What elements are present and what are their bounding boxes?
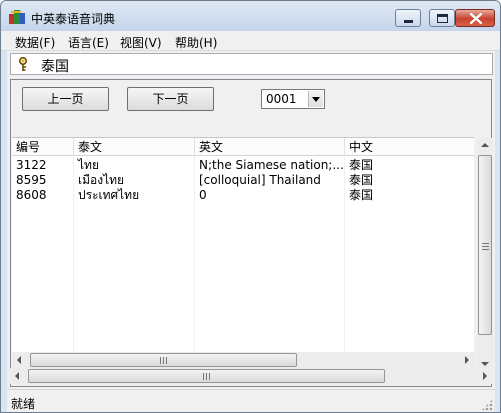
- pane-hscroll-thumb[interactable]: [28, 369, 385, 383]
- grip-icon: [482, 241, 489, 250]
- cell-chinese: 泰国: [349, 173, 374, 187]
- list-horizontal-scrollbar[interactable]: [12, 352, 474, 368]
- word-bar[interactable]: 泰国: [10, 53, 493, 75]
- grip-icon: [159, 357, 169, 364]
- column-header-english[interactable]: 英文: [195, 138, 345, 156]
- table-row[interactable]: 8608 ประเทศไทย 0 泰国: [12, 188, 474, 203]
- result-pane: 上一页 下一页 0001 编号 泰文 英文 中文 3122 ไทย N;the …: [10, 79, 493, 387]
- maximize-icon: [437, 14, 448, 23]
- cell-id: 8608: [16, 188, 47, 202]
- scroll-right-icon[interactable]: [476, 368, 492, 384]
- list-header: 编号 泰文 英文 中文: [12, 138, 474, 156]
- status-bar: 就绪: [7, 389, 495, 412]
- close-icon: [470, 13, 482, 24]
- cell-english: N;the Siamese nation;...: [199, 158, 344, 172]
- maximize-button[interactable]: [429, 9, 455, 27]
- app-icon: [9, 10, 25, 24]
- cell-english: 0: [199, 188, 207, 202]
- current-word: 泰国: [41, 59, 69, 75]
- menu-help[interactable]: 帮助(H): [175, 34, 217, 51]
- cell-english: [colloquial] Thailand: [199, 173, 321, 187]
- close-button[interactable]: [455, 9, 495, 27]
- resize-grip-icon[interactable]: [481, 399, 493, 411]
- cell-id: 8595: [16, 173, 47, 187]
- key-icon: [19, 57, 27, 71]
- list-hscroll-thumb[interactable]: [30, 353, 297, 367]
- minimize-icon: [404, 20, 413, 23]
- menu-data[interactable]: 数据(F): [15, 34, 55, 51]
- page-select[interactable]: 0001: [261, 89, 325, 109]
- column-header-chinese[interactable]: 中文: [345, 138, 474, 156]
- table-row[interactable]: 8595 เมืองไทย [colloquial] Thailand 泰国: [12, 173, 474, 188]
- pane-horizontal-scrollbar[interactable]: [10, 368, 492, 384]
- column-header-thai[interactable]: 泰文: [74, 138, 195, 156]
- grip-icon: [202, 373, 212, 380]
- title-bar[interactable]: 中英泰语音词典: [1, 1, 500, 31]
- cell-thai: เมืองไทย: [78, 173, 125, 187]
- client-area: 泰国 上一页 下一页 0001 编号 泰文 英文 中文 3122 ไทย N;t…: [7, 51, 495, 412]
- scroll-right-icon[interactable]: [458, 352, 474, 368]
- menu-bar: 数据(F) 语言(E) 视图(V) 帮助(H): [1, 31, 500, 51]
- cell-id: 3122: [16, 158, 47, 172]
- window-title: 中英泰语音词典: [31, 12, 116, 26]
- page-select-value: 0001: [266, 92, 297, 106]
- menu-view[interactable]: 视图(V): [120, 34, 162, 51]
- cell-chinese: 泰国: [349, 158, 374, 172]
- app-window: 中英泰语音词典 数据(F) 语言(E) 视图(V) 帮助(H) 泰国 上一页 下…: [0, 0, 501, 413]
- column-header-id[interactable]: 编号: [12, 138, 74, 156]
- cell-thai: ไทย: [78, 158, 99, 172]
- scroll-left-icon[interactable]: [12, 352, 28, 368]
- minimize-button[interactable]: [395, 9, 421, 27]
- cell-thai: ประเทศไทย: [78, 188, 140, 202]
- prev-page-button[interactable]: 上一页: [22, 87, 109, 111]
- scroll-up-icon[interactable]: [477, 138, 493, 154]
- menu-language[interactable]: 语言(E): [68, 34, 109, 51]
- result-list[interactable]: 编号 泰文 英文 中文 3122 ไทย N;the Siamese natio…: [12, 137, 474, 370]
- list-vscroll-thumb[interactable]: [478, 155, 492, 335]
- scroll-left-icon[interactable]: [10, 368, 26, 384]
- cell-chinese: 泰国: [349, 188, 374, 202]
- chevron-down-icon[interactable]: [308, 91, 323, 107]
- list-vertical-scrollbar[interactable]: [477, 138, 493, 372]
- next-page-button[interactable]: 下一页: [127, 87, 214, 111]
- table-row[interactable]: 3122 ไทย N;the Siamese nation;... 泰国: [12, 158, 474, 173]
- status-text: 就绪: [11, 397, 36, 411]
